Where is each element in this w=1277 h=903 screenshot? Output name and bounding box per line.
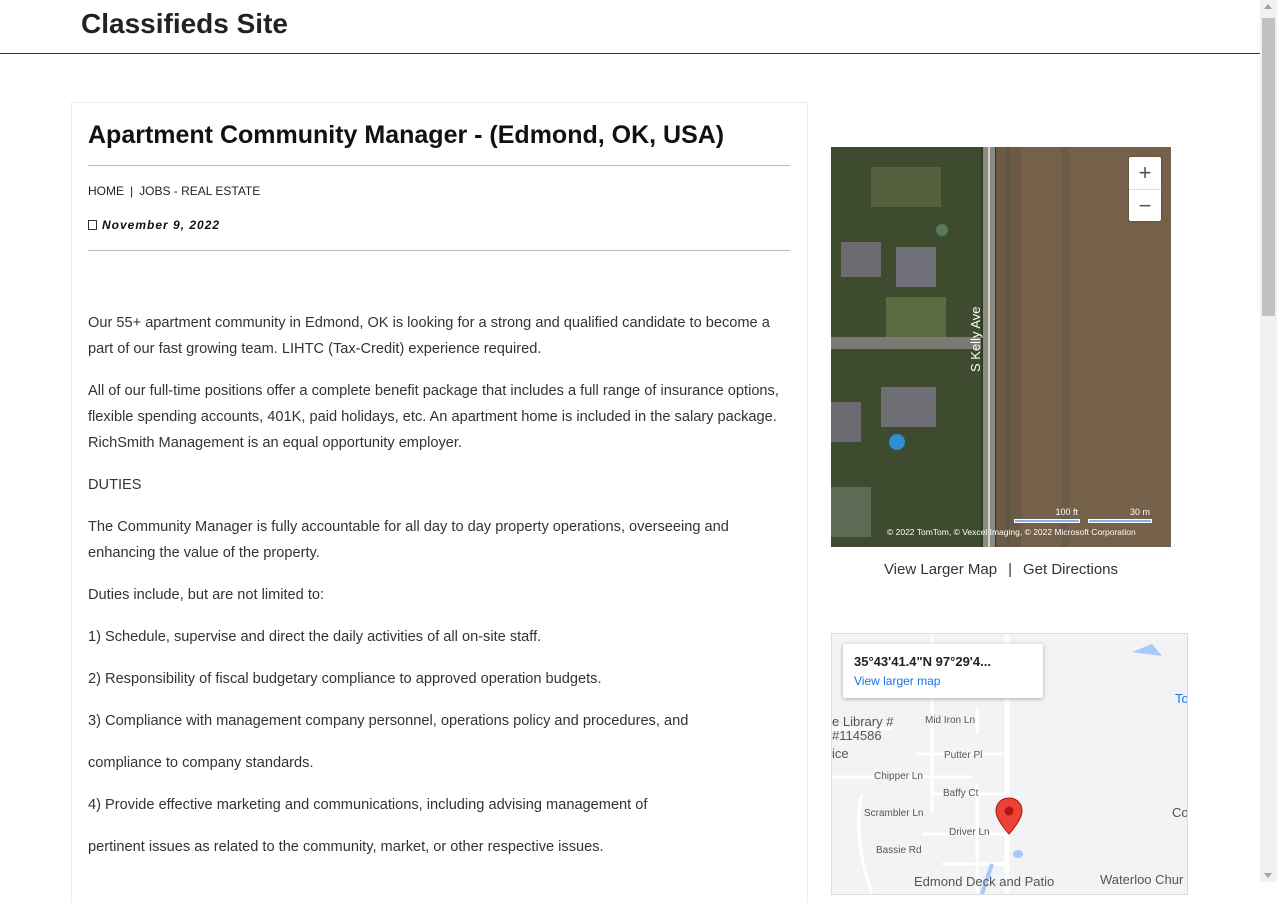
breadcrumb-home[interactable]: HOME [88, 184, 124, 198]
zoom-out-button[interactable]: − [1129, 189, 1161, 222]
paragraph: compliance to company standards. [88, 755, 314, 771]
aerial-imagery [831, 147, 1171, 547]
map-place-ice: ice [832, 746, 849, 761]
divider [88, 165, 790, 166]
site-title[interactable]: Classifieds Site [81, 8, 288, 40]
aerial-map[interactable]: S Kelly Ave + − [831, 147, 1171, 547]
divider [88, 250, 790, 251]
map-info-window: 35°43'41.4"N 97°29'4... View larger map [843, 644, 1043, 698]
map-place-waterloo: Waterloo Chur [1100, 872, 1184, 887]
street-baffy: Baffy Ct [943, 788, 979, 799]
view-larger-map-link[interactable]: View Larger Map [884, 561, 997, 578]
scroll-up-arrow-icon[interactable] [1264, 4, 1272, 9]
view-larger-map-google-link[interactable]: View larger map [854, 674, 940, 688]
calendar-icon [88, 220, 97, 230]
article-title: Apartment Community Manager - (Edmond, O… [88, 121, 725, 149]
breadcrumb: HOME | JOBS - REAL ESTATE [88, 184, 260, 198]
get-directions-link[interactable]: Get Directions [1023, 561, 1118, 578]
street-scrambler: Scrambler Ln [864, 808, 924, 819]
scale-label-feet: 100 ft [1055, 507, 1078, 517]
map-copyright: © 2022 TomTom, © Vexcel Imaging, © 2022 … [887, 527, 1136, 537]
post-date-text: November 9, 2022 [102, 218, 221, 232]
street-mid-iron: Mid Iron Ln [925, 715, 976, 726]
page-scrollbar[interactable] [1260, 0, 1277, 882]
zoom-in-button[interactable]: + [1129, 157, 1161, 189]
scale-bar-feet [1014, 519, 1080, 523]
paragraph: 3) Compliance with management company pe… [88, 713, 689, 729]
paragraph: 2) Responsibility of fiscal budgetary co… [88, 671, 602, 687]
post-date: November 9, 2022 [88, 218, 220, 232]
map-links: View Larger Map | Get Directions [831, 561, 1171, 578]
article-body: Our 55+ apartment community in Edmond, O… [88, 310, 792, 876]
paragraph: 4) Provide effective marketing and commu… [88, 797, 648, 813]
scale-bar-meters [1088, 519, 1152, 523]
paragraph: Our 55+ apartment community in Edmond, O… [88, 315, 770, 357]
site-header: Classifieds Site [0, 0, 1260, 54]
paragraph: 1) Schedule, supervise and direct the da… [88, 629, 542, 645]
street-putter: Putter Pl [944, 750, 983, 761]
street-chipper: Chipper Ln [874, 771, 923, 782]
street-driver: Driver Ln [949, 827, 990, 838]
article-card: Apartment Community Manager - (Edmond, O… [71, 102, 808, 903]
map-place-to: To [1175, 691, 1188, 706]
breadcrumb-separator: | [130, 184, 134, 198]
paragraph: DUTIES [88, 477, 142, 493]
paragraph: Duties include, but are not limited to: [88, 587, 325, 603]
breadcrumb-category[interactable]: JOBS - REAL ESTATE [139, 184, 260, 198]
zoom-controls: + − [1129, 157, 1161, 221]
map-place-library-number: #114586 [832, 728, 882, 743]
location-pin-icon[interactable] [995, 797, 1023, 835]
paragraph: pertinent issues as related to the commu… [88, 839, 604, 855]
paragraph: The Community Manager is fully accountab… [88, 519, 729, 561]
coordinates-label: 35°43'41.4"N 97°29'4... [854, 654, 991, 669]
map-place-library: e Library # [832, 714, 894, 729]
paragraph: All of our full-time positions offer a c… [88, 383, 779, 451]
link-separator: | [1008, 561, 1012, 578]
scroll-thumb[interactable] [1262, 18, 1275, 316]
road-label: S Kelly Ave [968, 306, 983, 372]
scroll-down-arrow-icon[interactable] [1264, 873, 1272, 878]
street-bassie: Bassie Rd [876, 845, 922, 856]
scale-label-meters: 30 m [1129, 507, 1150, 517]
map-place-co: Co [1172, 805, 1188, 820]
